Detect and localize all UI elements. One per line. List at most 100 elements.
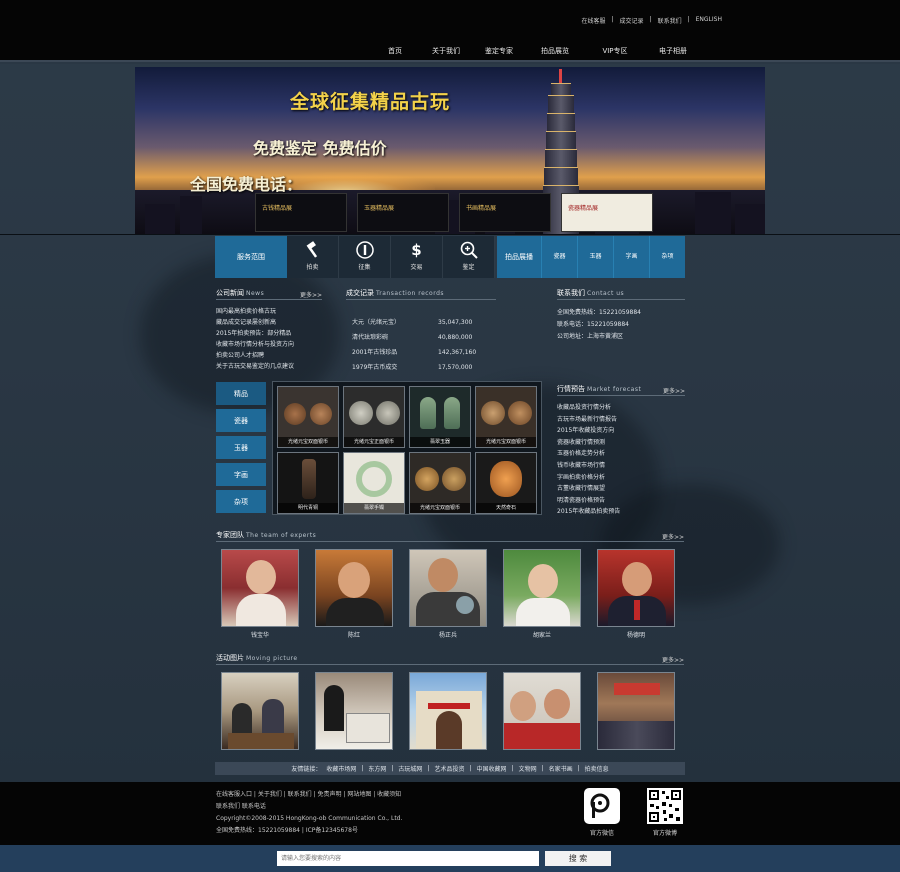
friend-link[interactable]: 名家书画 [549, 764, 573, 773]
expert-photo[interactable] [597, 549, 675, 627]
activity-photo[interactable] [597, 672, 675, 750]
hero-banner[interactable]: 全球征集精品古玩 免费鉴定 免费估价 全国免费电话： 古钱精品展 玉器精品展 书… [135, 67, 765, 234]
auction-title: 拍品展播 [497, 236, 541, 278]
nav-vip[interactable]: VIP专区 [586, 46, 644, 56]
search-bar: 搜 索 [0, 845, 900, 872]
gallery-item[interactable]: 明代青铜 [277, 452, 339, 514]
forecast-item[interactable]: 2015年收藏品拍卖预告 [557, 506, 685, 518]
wechat-qr-icon[interactable] [584, 788, 620, 824]
activity-photo[interactable] [409, 672, 487, 750]
gallery-item[interactable]: 天然奇石 [475, 452, 537, 514]
top-link-service[interactable]: 在线客服 [581, 16, 605, 25]
expert-photo[interactable] [221, 549, 299, 627]
friend-link[interactable]: 收藏市场网 [326, 764, 356, 773]
forecast-item[interactable]: 玉器价格走势分析 [557, 448, 685, 460]
forecast-item[interactable]: 收藏品投资行情分析 [557, 402, 685, 414]
service-title: 服务范围 [215, 236, 287, 278]
tab-porcelain[interactable]: 瓷器 [216, 409, 266, 432]
banner-thumb[interactable]: 玉器精品展 [357, 193, 449, 232]
nav-home[interactable]: 首页 [372, 46, 418, 56]
auction-misc[interactable]: 杂项 [649, 236, 685, 278]
search-button[interactable]: 搜 索 [545, 851, 611, 866]
top-link-english[interactable]: ENGLISH [696, 16, 722, 25]
news-item[interactable]: 关于古玩交易鉴定的几点建议 [216, 361, 334, 372]
tab-featured[interactable]: 精品 [216, 382, 266, 405]
forecast-item[interactable]: 古董收藏行情展望 [557, 483, 685, 495]
gallery-item[interactable]: 光绪元宝正面银币 [343, 386, 405, 448]
news-header: 公司新闻 News 更多>> [216, 289, 322, 300]
tab-misc[interactable]: 杂项 [216, 490, 266, 513]
auction-porcelain[interactable]: 瓷器 [541, 236, 577, 278]
service-trade[interactable]: $ 交易 [391, 236, 443, 278]
activity-photo[interactable] [315, 672, 393, 750]
friend-link[interactable]: 艺术品投资 [434, 764, 464, 773]
forecast-item[interactable]: 瓷器收藏行情预测 [557, 437, 685, 449]
friend-links: 友情链接： 收藏市场网 | 东方网 | 古玩城网 | 艺术品投资 | 中国收藏网 | 文物… [215, 762, 685, 775]
banner-thumb[interactable]: 瓷器精品展 [561, 193, 653, 232]
expert-photo[interactable] [409, 549, 487, 627]
footer-text: 在线客服入口 | 关于我们 | 联系我们 | 免责声明 | 网站地图 | 收藏须… [216, 791, 403, 834]
gallery-item[interactable]: 翡翠手镯 [343, 452, 405, 514]
category-tabs: 精品 瓷器 玉器 字画 杂项 [216, 382, 266, 517]
gallery-item[interactable]: 光绪元宝双面银币 [475, 386, 537, 448]
banner-thumb[interactable]: 书画精品展 [459, 193, 551, 232]
top-link-records[interactable]: 成交记录 [620, 16, 644, 25]
news-list: 国内最高拍卖价格古玩 藏品成交记录屡创新高 2015年拍卖预告：部分精品 收藏市… [216, 306, 334, 372]
nav-album[interactable]: 电子相册 [644, 46, 702, 56]
forecast-more-link[interactable]: 更多>> [663, 386, 685, 395]
search-input[interactable] [277, 851, 539, 866]
news-item[interactable]: 国内最高拍卖价格古玩 [216, 306, 334, 317]
contact-hotline: 全国免费热线：15221059884 [557, 309, 641, 316]
service-appraise[interactable]: 鉴定 [443, 236, 495, 278]
forecast-item[interactable]: 2015年收藏投资方向 [557, 425, 685, 437]
activity-more-link[interactable]: 更多>> [662, 655, 684, 664]
gallery-item[interactable]: 翡翠玉器 [409, 386, 471, 448]
nav-about[interactable]: 关于我们 [418, 46, 474, 56]
dollar-icon: $ [411, 241, 422, 259]
expert-photo[interactable] [503, 549, 581, 627]
forecast-item[interactable]: 钱币收藏市场行情 [557, 460, 685, 472]
deal-row[interactable]: 2001年古钱珍品 142,367,160 [346, 345, 496, 360]
activity-photo[interactable] [503, 672, 581, 750]
banner-skyline [135, 190, 765, 234]
experts-header: 专家团队 The team of experts 更多>> [216, 531, 684, 542]
expert-photo[interactable] [315, 549, 393, 627]
news-item[interactable]: 拍卖公司人才招聘 [216, 350, 334, 361]
links-label: 友情链接： [291, 766, 322, 773]
news-more-link[interactable]: 更多>> [300, 290, 322, 299]
experts-more-link[interactable]: 更多>> [662, 532, 684, 541]
zoom-in-icon [460, 241, 478, 259]
weibo-qr-icon[interactable] [647, 788, 683, 824]
contact-info: 全国免费热线：15221059884 联系电话：15221059884 公司地址… [557, 307, 685, 343]
auction-painting[interactable]: 字画 [613, 236, 649, 278]
friend-link[interactable]: 古玩城网 [398, 764, 422, 773]
forecast-item[interactable]: 明清瓷器价格预告 [557, 495, 685, 507]
deal-row[interactable]: 1979年古币成交 17,570,000 [346, 360, 496, 375]
forecast-list: 收藏品投资行情分析 古玩市场最新行情报告 2015年收藏投资方向 瓷器收藏行情预… [557, 402, 685, 518]
gallery-item[interactable]: 光绪元宝双面银币 [277, 386, 339, 448]
top-link-contact[interactable]: 联系我们 [658, 16, 682, 25]
nav-auction[interactable]: 拍品展览 [524, 46, 586, 56]
forecast-item[interactable]: 古玩市场最新行情报告 [557, 414, 685, 426]
auction-jade[interactable]: 玉器 [577, 236, 613, 278]
tab-jade[interactable]: 玉器 [216, 436, 266, 459]
tab-painting[interactable]: 字画 [216, 463, 266, 486]
news-item[interactable]: 2015年拍卖预告：部分精品 [216, 328, 334, 339]
banner-thumb[interactable]: 古钱精品展 [255, 193, 347, 232]
service-auction[interactable]: 拍卖 [287, 236, 339, 278]
deal-row[interactable]: 大元（光绪元宝） 35,047,300 [346, 315, 496, 330]
deal-row[interactable]: 清代珐琅彩碗 40,880,000 [346, 330, 496, 345]
friend-link[interactable]: 拍卖信息 [585, 764, 609, 773]
main-nav: 首页 关于我们 鉴定专家 拍品展览 VIP专区 电子相册 [372, 46, 702, 56]
news-item[interactable]: 收藏市场行情分析与投资方向 [216, 339, 334, 350]
friend-link[interactable]: 东方网 [368, 764, 386, 773]
service-collect[interactable]: 征集 [339, 236, 391, 278]
friend-link[interactable]: 文物网 [519, 764, 537, 773]
news-item[interactable]: 藏品成交记录屡创新高 [216, 317, 334, 328]
forecast-item[interactable]: 字画拍卖价格分析 [557, 472, 685, 484]
expert-name: 杨德明 [626, 632, 645, 639]
friend-link[interactable]: 中国收藏网 [477, 764, 507, 773]
activity-photo[interactable] [221, 672, 299, 750]
nav-experts[interactable]: 鉴定专家 [474, 46, 524, 56]
gallery-item[interactable]: 光绪元宝双面银币 [409, 452, 471, 514]
